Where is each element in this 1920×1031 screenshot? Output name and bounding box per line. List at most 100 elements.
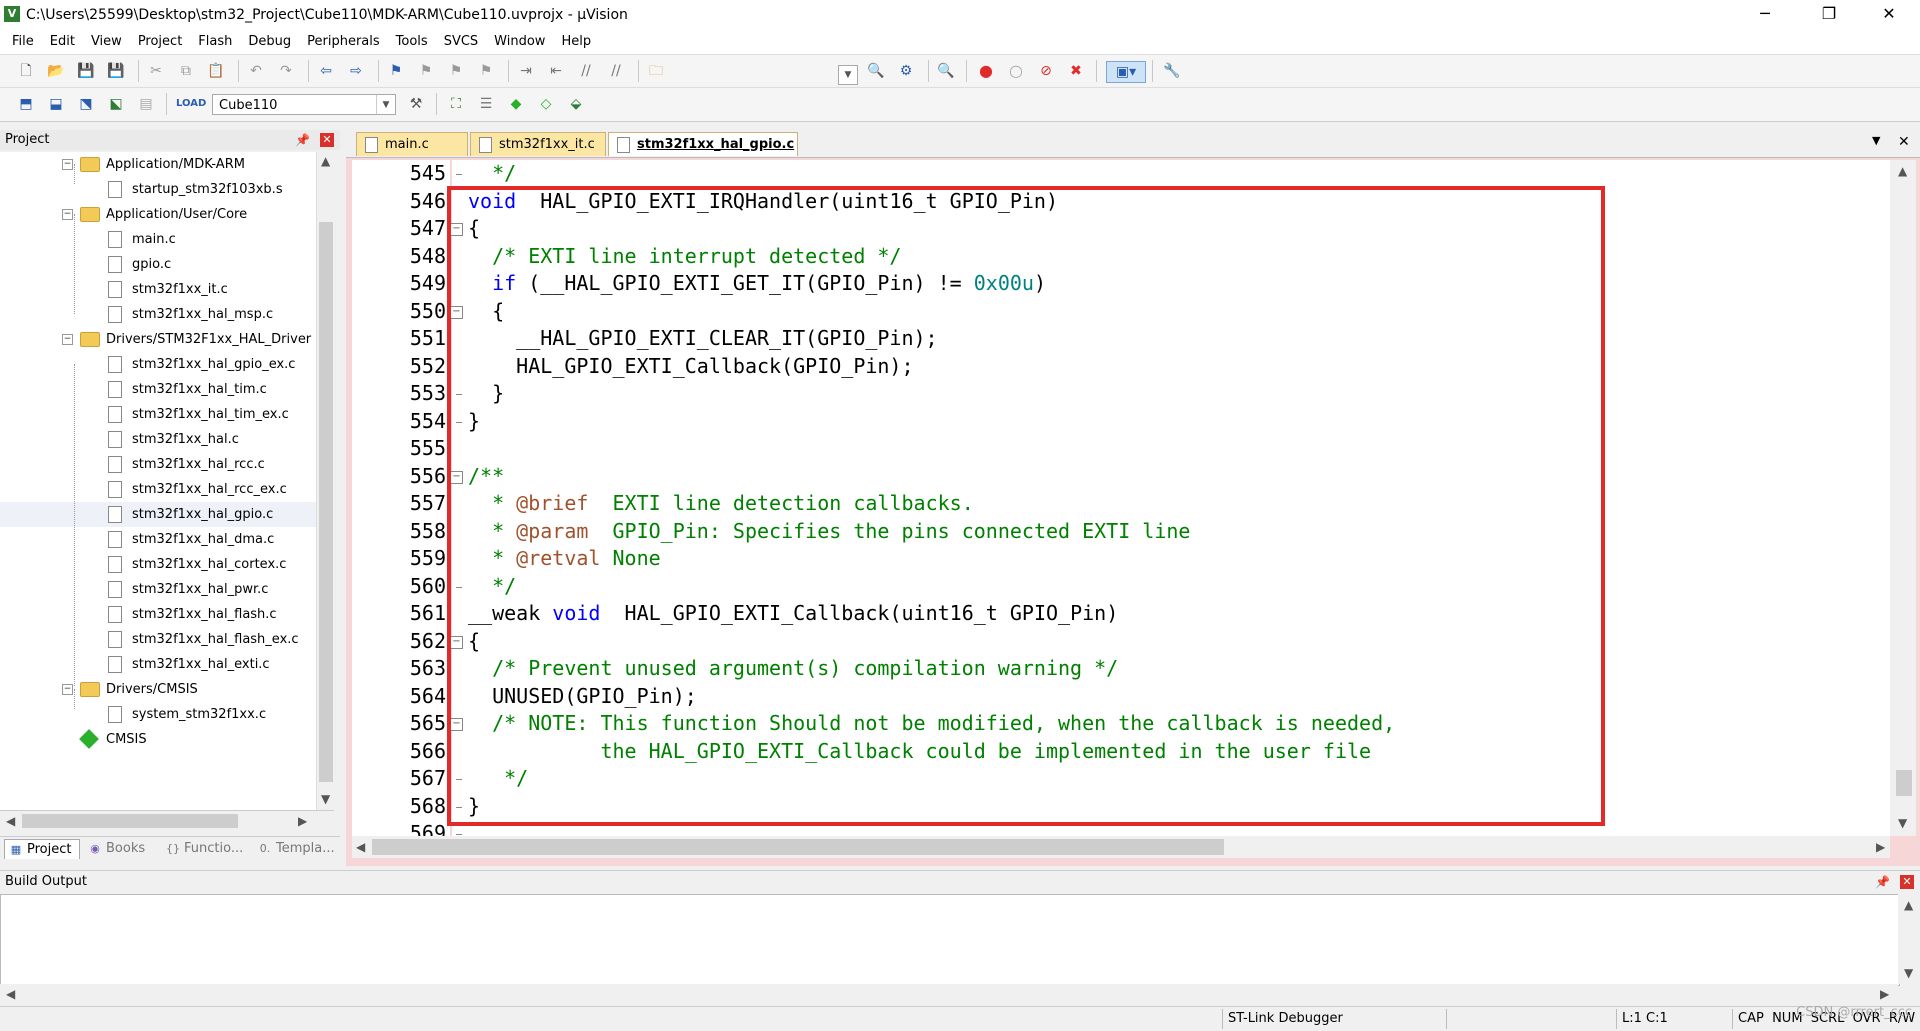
tab-main-c[interactable]: main.c [356,132,468,156]
fold-toggle-icon[interactable]: − [450,470,463,484]
tree-folder[interactable]: − Application/User/Core [0,202,316,227]
tab-list-dropdown-icon[interactable]: ▼ [1872,134,1880,147]
tree-folder[interactable]: − Application/MDK-ARM [0,152,316,177]
navigate-back-icon[interactable]: ⇦ [316,61,336,81]
fold-toggle-icon[interactable]: − [450,305,463,319]
fold-toggle-icon[interactable]: − [450,718,463,731]
tab-templates[interactable]: 0. Templa... [254,839,340,859]
scroll-down-icon[interactable]: ▼ [1898,816,1907,830]
tab-books[interactable]: ◉ Books [84,839,158,859]
batch-build-icon[interactable]: ⬕ [106,94,126,114]
menu-view[interactable]: View [83,30,130,54]
rebuild-icon[interactable]: ⬔ [76,94,96,114]
scroll-left-icon[interactable]: ◀ [356,840,365,854]
scroll-thumb[interactable] [1896,770,1912,796]
new-file-icon[interactable]: 🗋 [16,61,36,81]
tab-stm32f1xx-it-c[interactable]: stm32f1xx_it.c [470,132,606,156]
tree-folder[interactable]: − Drivers/STM32F1xx_HAL_Driver [0,327,316,352]
find-combo-dropdown[interactable]: ▼ [838,65,858,85]
project-tree-scrollbar[interactable]: ▲ ▼ [316,152,335,810]
scroll-up-icon[interactable]: ▲ [1898,164,1907,178]
redo-icon[interactable]: ↷ [276,61,296,81]
menu-help[interactable]: Help [553,30,599,54]
kill-breakpoints-icon[interactable]: ✖ [1066,61,1086,81]
pack-installer-icon[interactable]: ⬙ [566,94,586,114]
tree-file[interactable]: stm32f1xx_hal_tim.c [0,377,316,402]
uncomment-icon[interactable]: // [606,61,626,81]
menu-edit[interactable]: Edit [42,30,83,54]
paste-icon[interactable]: 📋 [206,61,226,81]
menu-debug[interactable]: Debug [240,30,299,54]
scroll-up-icon[interactable]: ▲ [321,154,330,168]
manage-components-icon[interactable]: ⛶ [446,94,466,114]
editor-hscrollbar[interactable]: ◀ ▶ [352,836,1890,858]
tab-stm32f1xx-hal-gpio-c[interactable]: stm32f1xx_hal_gpio.c [608,132,798,156]
tree-file[interactable]: stm32f1xx_hal_tim_ex.c [0,402,316,427]
tree-file[interactable]: system_stm32f1xx.c [0,702,316,727]
tree-file[interactable]: stm32f1xx_hal_flash.c [0,602,316,627]
file-extensions-icon[interactable]: ☰ [476,94,496,114]
build-output-vscrollbar[interactable]: ▲ ▼ [1898,894,1920,984]
fold-toggle-icon[interactable]: − [450,635,463,649]
tree-file[interactable]: gpio.c [0,252,316,277]
tree-file[interactable]: stm32f1xx_hal_gpio.c [0,502,316,527]
tree-folder[interactable]: − Drivers/CMSIS [0,677,316,702]
tree-file[interactable]: stm32f1xx_hal_cortex.c [0,552,316,577]
target-select[interactable]: Cube110 ▼ [212,94,396,115]
scroll-thumb[interactable] [319,222,333,782]
translate-icon[interactable]: ⬒ [16,94,36,114]
indent-icon[interactable]: ⇥ [516,61,536,81]
undo-icon[interactable]: ↶ [246,61,266,81]
find-icon[interactable]: 🔍 [866,61,886,81]
build-output-hscrollbar[interactable]: ◀ ▶ [0,984,1898,1004]
close-panel-button[interactable]: ✕ [1900,875,1914,889]
prev-bookmark-icon[interactable]: ⚑ [416,61,436,81]
tree-file[interactable]: stm32f1xx_hal_dma.c [0,527,316,552]
scroll-up-icon[interactable]: ▲ [1904,898,1913,912]
scroll-down-icon[interactable]: ▼ [1904,966,1913,980]
hscroll-thumb[interactable] [372,839,1224,855]
restore-button[interactable]: ❐ [1806,0,1852,30]
build-output-text[interactable] [0,894,1900,986]
menu-project[interactable]: Project [130,30,190,54]
tree-file[interactable]: stm32f1xx_hal_gpio_ex.c [0,352,316,377]
fold-toggle-icon[interactable]: − [450,223,463,236]
tree-file[interactable]: stm32f1xx_it.c [0,277,316,302]
target-options-icon[interactable]: ⚒ [406,94,426,114]
pin-icon[interactable]: 📌 [1875,871,1890,893]
menu-flash[interactable]: Flash [190,30,240,54]
tree-component[interactable]: CMSIS [0,727,316,752]
tree-file[interactable]: stm32f1xx_hal_flash_ex.c [0,627,316,652]
tree-file[interactable]: stm32f1xx_hal_rcc.c [0,452,316,477]
window-layout-icon[interactable]: ▣▾ [1106,61,1146,83]
tab-project[interactable]: ▦ Project [4,839,80,859]
start-debug-icon[interactable]: 🔍 [936,61,956,81]
save-all-icon[interactable]: 💾 [106,61,126,81]
scroll-left-icon[interactable]: ◀ [6,987,15,1001]
find-in-files-icon[interactable]: 🗀 [646,61,666,81]
cut-icon[interactable]: ✂ [146,61,166,81]
configure-icon[interactable]: 🔧 [1162,61,1182,81]
tab-functions[interactable]: {} Functio... [162,839,250,859]
comment-icon[interactable]: // [576,61,596,81]
tree-file[interactable]: stm32f1xx_hal.c [0,427,316,452]
insert-breakpoint-icon[interactable]: ● [976,61,996,81]
project-tree-hscrollbar[interactable]: ◀ ▶ [0,810,334,831]
close-window-button[interactable]: ✕ [1866,0,1912,30]
scroll-down-icon[interactable]: ▼ [321,792,330,806]
menu-peripherals[interactable]: Peripherals [299,30,388,54]
pin-icon[interactable]: 📌 [295,130,310,150]
code-area[interactable]: */ void HAL_GPIO_EXTI_IRQHandler(uint16_t… [452,160,1890,836]
hscroll-thumb[interactable] [22,814,238,828]
menu-tools[interactable]: Tools [388,30,436,54]
open-file-icon[interactable]: 📂 [46,61,66,81]
download-icon[interactable]: LOAD [176,94,206,114]
bookmark-icon[interactable]: ⚑ [386,61,406,81]
scroll-right-icon[interactable]: ▶ [1876,840,1885,854]
tree-file[interactable]: stm32f1xx_hal_exti.c [0,652,316,677]
collapse-icon[interactable]: − [62,209,73,220]
scroll-right-icon[interactable]: ▶ [298,814,307,828]
save-icon[interactable]: 💾 [76,61,96,81]
navigate-forward-icon[interactable]: ⇨ [346,61,366,81]
collapse-icon[interactable]: − [62,684,73,695]
